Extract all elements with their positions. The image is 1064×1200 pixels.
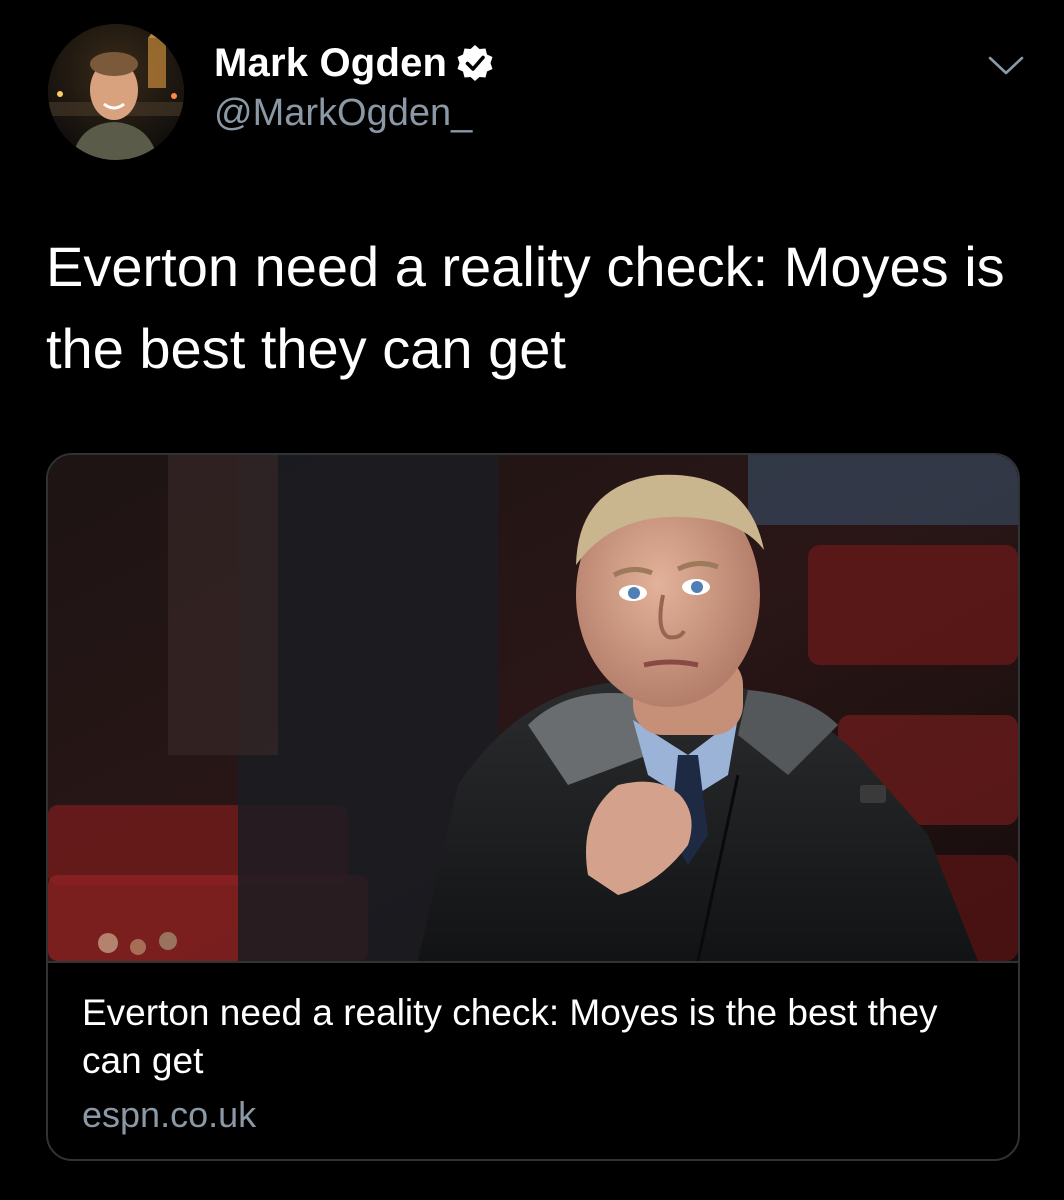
author-avatar[interactable] (48, 24, 184, 160)
card-title[interactable]: Everton need a reality check: Moyes is t… (82, 989, 982, 1085)
avatar-photo (48, 24, 184, 160)
author-info: Mark Ogden @MarkOgden_ (214, 38, 495, 136)
author-handle[interactable]: @MarkOgden_ (214, 90, 495, 136)
card-domain[interactable]: espn.co.uk (82, 1093, 256, 1137)
tweet-text: Everton need a reality check: Moyes is t… (46, 235, 1005, 380)
author-name-row: Mark Ogden (214, 38, 495, 88)
article-photo (48, 455, 1018, 961)
author-name[interactable]: Mark Ogden (214, 38, 447, 88)
link-card[interactable]: Everton need a reality check: Moyes is t… (46, 453, 1020, 1161)
verified-badge-icon (457, 45, 493, 81)
card-image[interactable] (48, 455, 1018, 961)
chevron-down-icon[interactable] (986, 54, 1026, 78)
card-divider (48, 961, 1018, 963)
